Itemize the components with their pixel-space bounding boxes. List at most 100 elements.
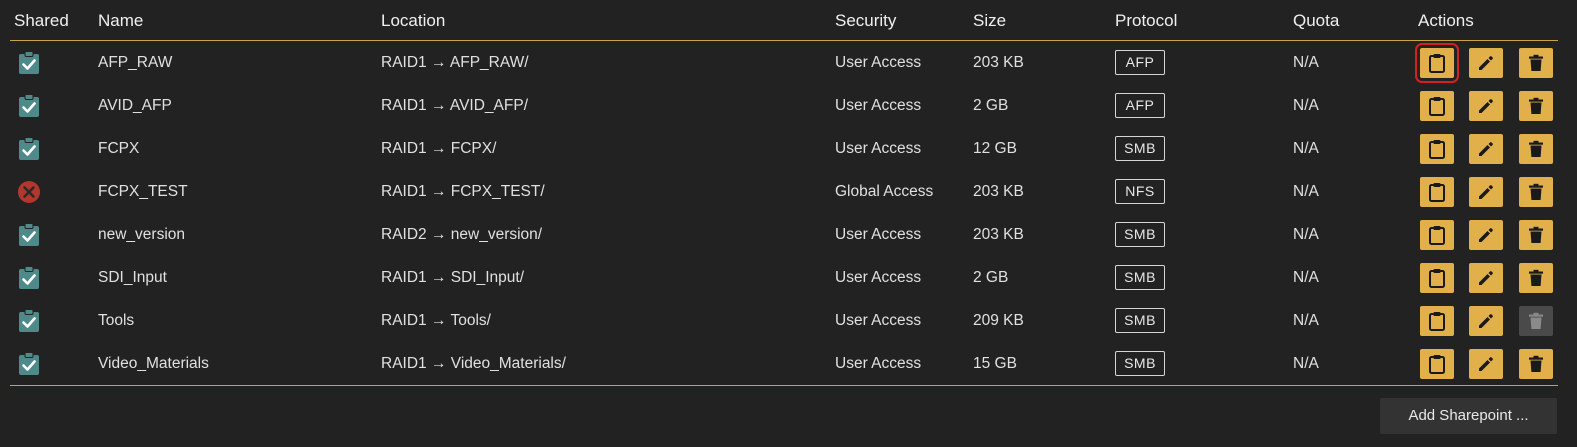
edit-button[interactable] (1469, 263, 1503, 293)
sharepoint-name: Tools (98, 312, 135, 329)
sharepoint-security: Global Access (835, 183, 934, 200)
table-body: AFP_RAW RAID1 → AFP_RAW/ User Access 203… (10, 41, 1558, 386)
delete-button[interactable] (1519, 48, 1553, 78)
sharepoint-name: Video_Materials (98, 355, 209, 372)
header-shared: Shared (14, 11, 69, 30)
trash-icon (1529, 355, 1543, 372)
pencil-icon (1479, 314, 1493, 328)
header-protocol: Protocol (1115, 11, 1178, 30)
sharepoint-location: RAID1 → Video_Materials/ (381, 355, 566, 372)
header-quota: Quota (1293, 11, 1340, 30)
sharepoint-location: RAID1 → SDI_Input/ (381, 269, 525, 286)
trash-icon (1529, 269, 1543, 286)
sharepoint-size: 12 GB (973, 140, 1017, 157)
sharepoint-security: User Access (835, 140, 922, 157)
delete-button[interactable] (1519, 91, 1553, 121)
pencil-icon (1479, 185, 1493, 199)
clipboard-icon (1429, 140, 1445, 159)
clipboard-check-icon (17, 223, 41, 247)
trash-icon (1529, 140, 1543, 157)
copy-button[interactable] (1420, 134, 1454, 164)
delete-button[interactable] (1519, 220, 1553, 250)
trash-icon (1529, 183, 1543, 200)
pencil-icon (1479, 357, 1493, 371)
copy-button[interactable] (1420, 263, 1454, 293)
sharepoint-quota: N/A (1293, 140, 1319, 157)
sharepoint-quota: N/A (1293, 355, 1319, 372)
header-security: Security (835, 11, 897, 30)
sharepoint-size: 203 KB (973, 183, 1024, 200)
table-row: AVID_AFP RAID1 → AVID_AFP/ User Access 2… (10, 84, 1558, 127)
copy-button[interactable] (1420, 220, 1454, 250)
clipboard-check-icon (19, 309, 39, 332)
clipboard-check-icon (19, 94, 39, 117)
sharepoint-name: AVID_AFP (98, 97, 172, 114)
edit-button[interactable] (1469, 177, 1503, 207)
sharepoints-table: Shared Name Location Security Size Proto… (10, 0, 1558, 386)
protocol-badge: SMB (1115, 308, 1165, 333)
sharepoint-security: User Access (835, 355, 922, 372)
sharepoint-quota: N/A (1293, 183, 1319, 200)
trash-icon (1529, 54, 1543, 71)
error-circle-icon (17, 180, 41, 204)
sharepoint-location: RAID1 → Tools/ (381, 312, 491, 329)
table-row: SDI_Input RAID1 → SDI_Input/ User Access… (10, 256, 1558, 299)
sharepoint-size: 203 KB (973, 54, 1024, 71)
copy-button[interactable] (1420, 306, 1454, 336)
delete-button[interactable] (1519, 134, 1553, 164)
sharepoint-security: User Access (835, 97, 922, 114)
edit-button[interactable] (1469, 220, 1503, 250)
sharepoint-location: RAID1 → AFP_RAW/ (381, 54, 529, 71)
edit-button[interactable] (1469, 349, 1503, 379)
sharepoint-security: User Access (835, 312, 922, 329)
trash-icon (1529, 312, 1543, 329)
clipboard-check-icon (17, 266, 41, 290)
copy-button[interactable] (1420, 349, 1454, 379)
edit-button[interactable] (1469, 48, 1503, 78)
delete-button[interactable] (1519, 263, 1553, 293)
clipboard-check-icon (17, 137, 41, 161)
table-row: FCPX RAID1 → FCPX/ User Access 12 GB SMB… (10, 127, 1558, 170)
add-sharepoint-button[interactable]: Add Sharepoint ... (1380, 398, 1557, 434)
clipboard-check-icon (19, 266, 39, 289)
delete-button (1519, 306, 1553, 336)
sharepoint-location: RAID2 → new_version/ (381, 226, 543, 243)
header-location: Location (381, 11, 446, 30)
delete-button[interactable] (1519, 349, 1553, 379)
table-row: Tools RAID1 → Tools/ User Access 209 KB … (10, 299, 1558, 342)
sharepoint-security: User Access (835, 269, 922, 286)
protocol-badge: SMB (1115, 136, 1165, 161)
sharepoint-name: FCPX_TEST (98, 183, 188, 200)
protocol-badge: AFP (1115, 50, 1165, 75)
copy-button[interactable] (1420, 91, 1454, 121)
protocol-badge: SMB (1115, 265, 1165, 290)
copy-button[interactable] (1415, 43, 1459, 83)
copy-button[interactable] (1420, 177, 1454, 207)
sharepoint-name: FCPX (98, 140, 140, 157)
sharepoint-size: 209 KB (973, 312, 1024, 329)
clipboard-icon (1429, 54, 1445, 73)
sharepoint-quota: N/A (1293, 226, 1319, 243)
table-row: new_version RAID2 → new_version/ User Ac… (10, 213, 1558, 256)
clipboard-check-icon (19, 51, 39, 74)
protocol-badge: SMB (1115, 222, 1165, 247)
edit-button[interactable] (1469, 306, 1503, 336)
sharepoint-size: 15 GB (973, 355, 1017, 372)
protocol-badge: NFS (1115, 179, 1165, 204)
edit-button[interactable] (1469, 91, 1503, 121)
clipboard-icon (1429, 97, 1445, 116)
sharepoint-name: AFP_RAW (98, 54, 173, 71)
pencil-icon (1479, 228, 1493, 242)
pencil-icon (1479, 271, 1493, 285)
header-name: Name (98, 11, 144, 30)
edit-button[interactable] (1469, 134, 1503, 164)
sharepoint-location: RAID1 → FCPX_TEST/ (381, 183, 545, 200)
pencil-icon (1479, 142, 1493, 156)
protocol-badge: AFP (1115, 93, 1165, 118)
error-circle-icon (18, 181, 40, 203)
sharepoint-security: User Access (835, 226, 922, 243)
delete-button[interactable] (1519, 177, 1553, 207)
clipboard-check-icon (19, 223, 39, 246)
trash-icon (1529, 226, 1543, 243)
clipboard-icon (1429, 269, 1445, 288)
